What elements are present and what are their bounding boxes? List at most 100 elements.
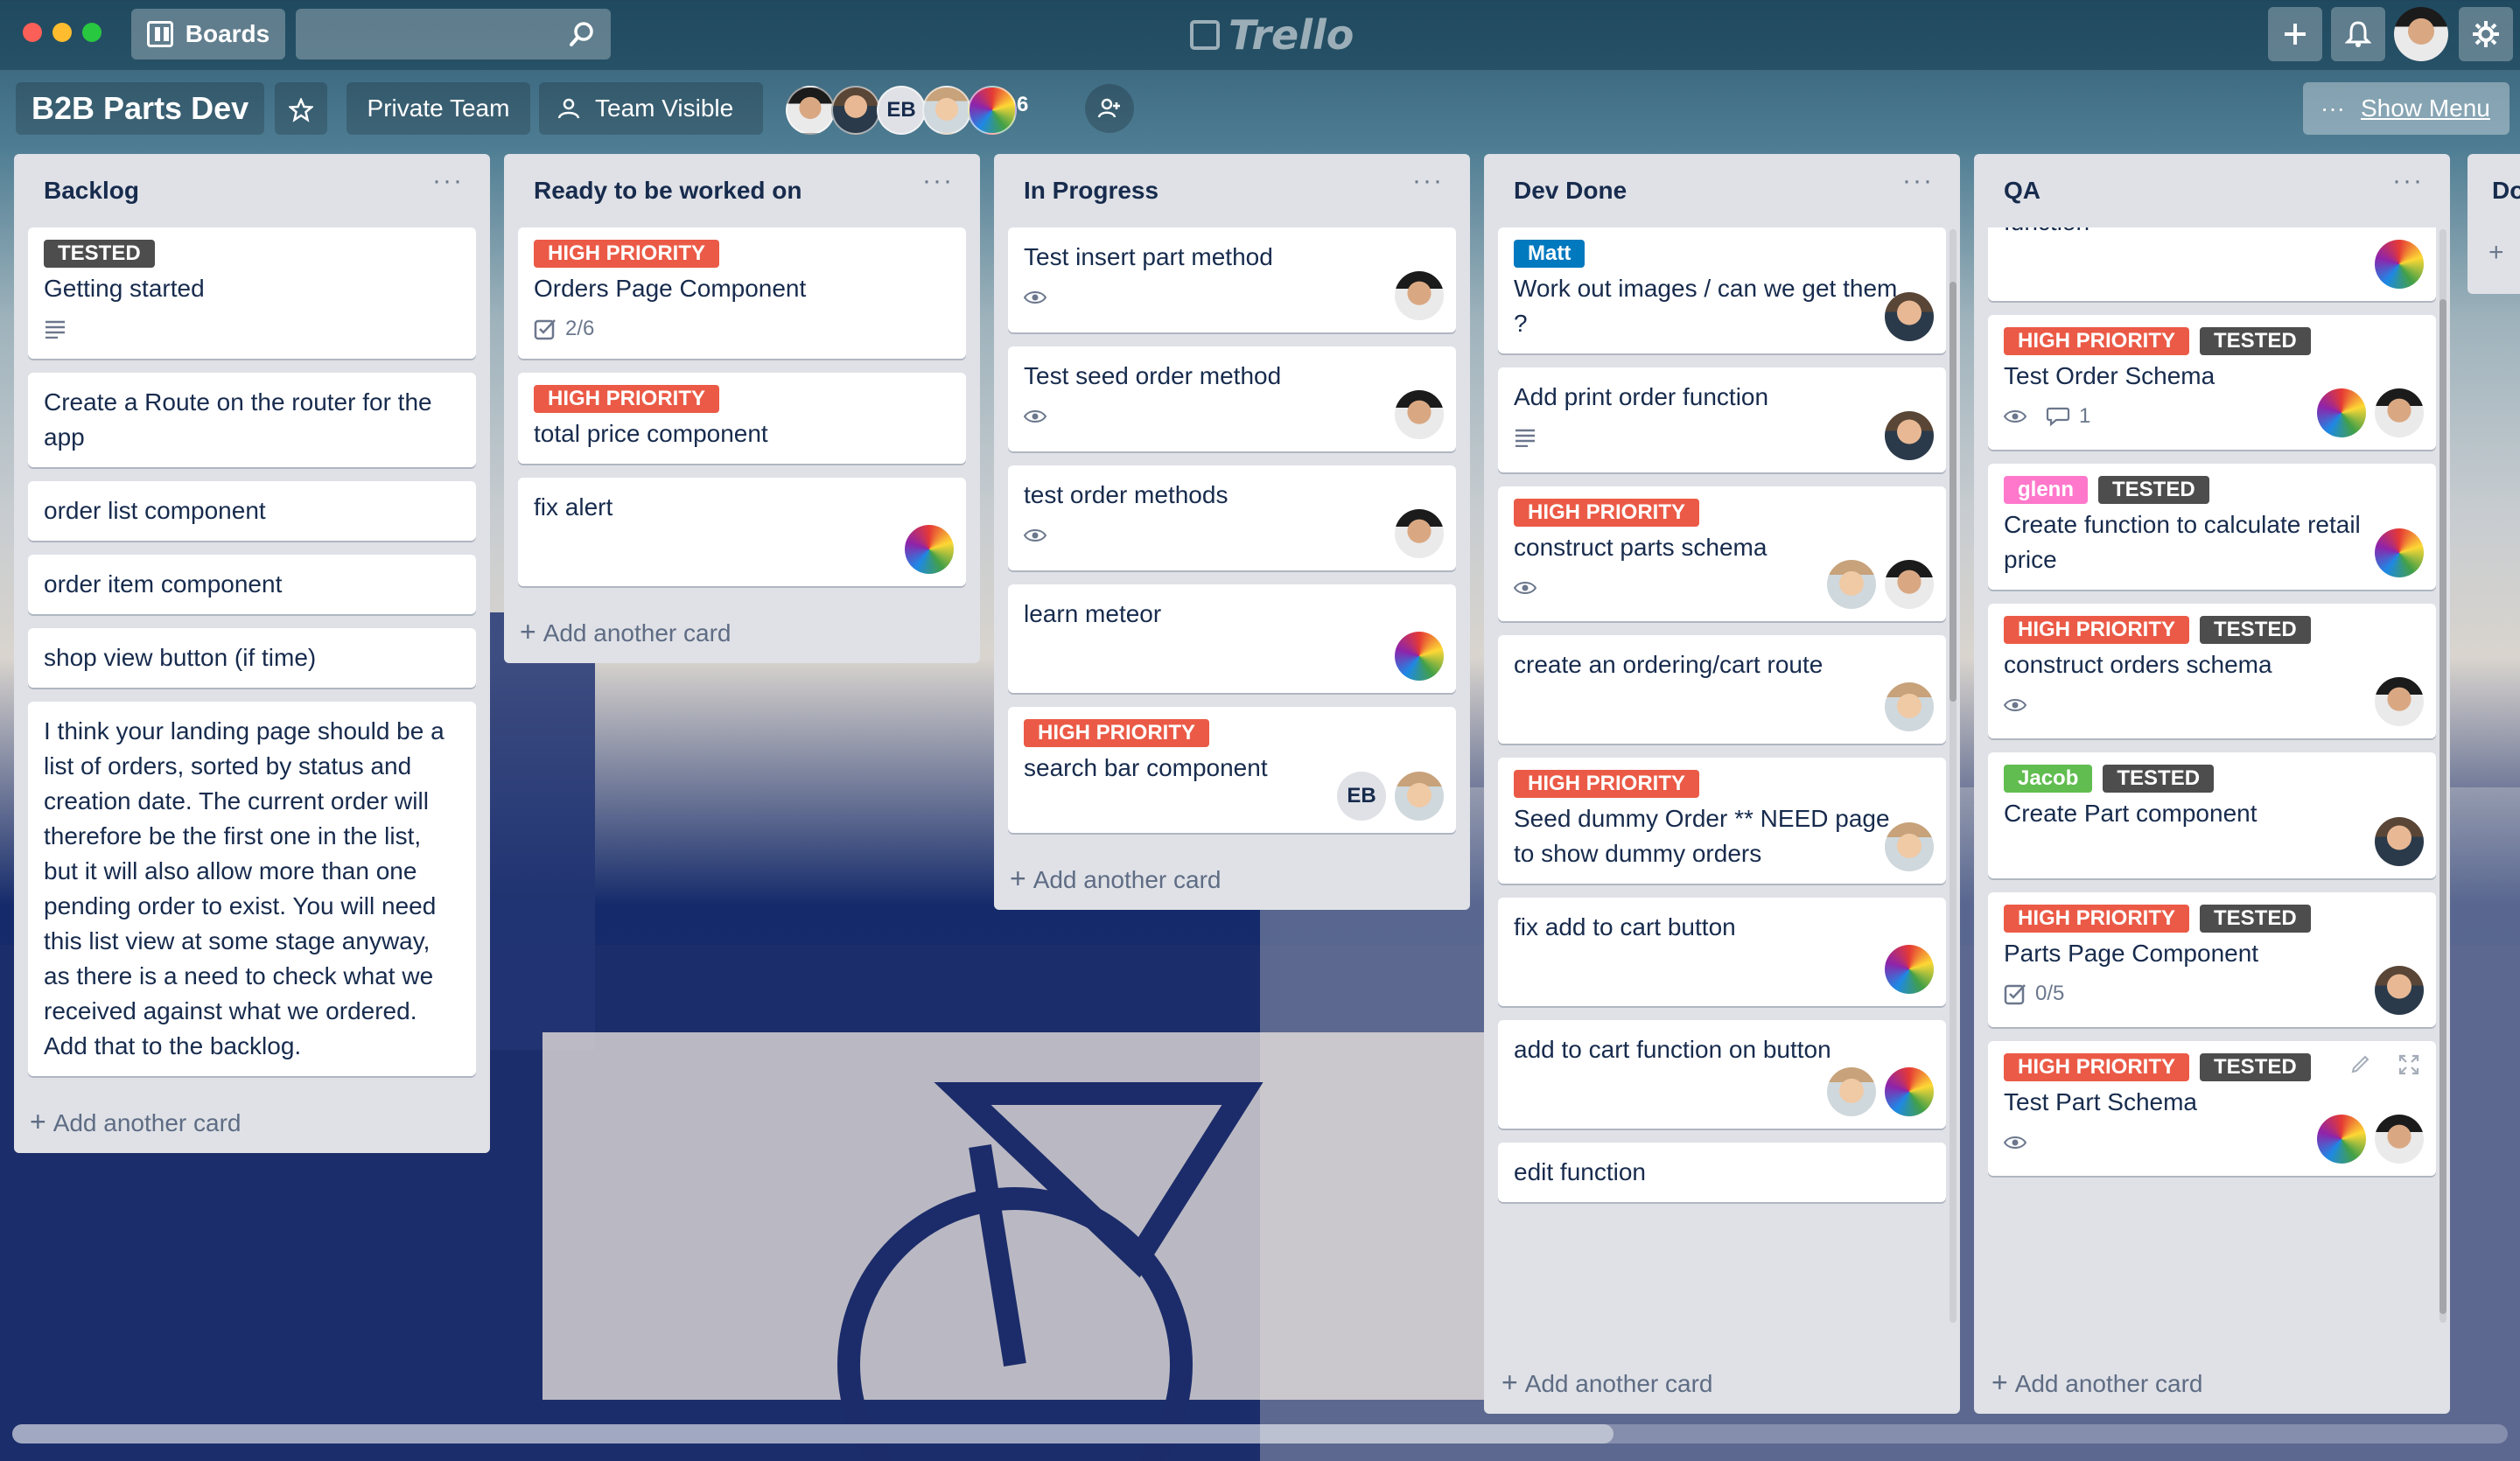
list-in-progress[interactable]: In Progress ··· Test insert part method Tes…	[994, 154, 1470, 910]
card[interactable]: HIGH PRIORITY TESTED construct orders sche…	[1988, 604, 2436, 738]
create-button[interactable]	[2268, 7, 2322, 61]
member-avatar[interactable]	[1827, 1067, 1876, 1116]
list-header[interactable]: In Progress ···	[1008, 154, 1456, 227]
card-label[interactable]: HIGH PRIORITY	[2004, 1053, 2190, 1081]
member-avatar[interactable]	[2375, 240, 2424, 289]
card[interactable]: edit function	[1498, 1143, 1946, 1202]
card[interactable]: I think your landing page should be a li…	[28, 702, 476, 1076]
card[interactable]: Create a Route on the router for the app	[28, 373, 476, 467]
card-label[interactable]: HIGH PRIORITY	[534, 240, 720, 268]
add-card-button[interactable]: + Add another card	[28, 1090, 476, 1153]
card[interactable]: order list component	[28, 481, 476, 541]
card-label[interactable]: TESTED	[44, 240, 155, 268]
list-header[interactable]: Ready to be worked on ···	[518, 154, 966, 227]
card[interactable]: Add print order function	[1498, 367, 1946, 472]
team-button[interactable]: Private Team	[346, 82, 530, 135]
member-count[interactable]: 6	[1017, 87, 1028, 122]
board-title[interactable]: B2B Parts Dev	[16, 82, 265, 135]
card-label[interactable]: HIGH PRIORITY	[2004, 327, 2190, 355]
member-avatar[interactable]	[2375, 388, 2424, 437]
list-header[interactable]: QA ···	[1988, 154, 2436, 227]
card-label[interactable]: Matt	[1514, 240, 1586, 268]
member-avatar[interactable]	[1827, 560, 1876, 609]
card[interactable]: HIGH PRIORITY TESTED Test Part Schema	[1988, 1041, 2436, 1176]
card[interactable]: create an ordering/cart route	[1498, 635, 1946, 744]
card-label[interactable]: HIGH PRIORITY	[1514, 499, 1700, 527]
member-avatar[interactable]	[2317, 1115, 2366, 1164]
card-label[interactable]: Jacob	[2004, 765, 2093, 793]
add-card-plus[interactable]: +	[2488, 238, 2504, 268]
profile-avatar[interactable]	[2394, 7, 2448, 61]
member-avatar[interactable]	[1395, 390, 1444, 439]
star-board-button[interactable]	[275, 82, 327, 135]
card[interactable]: HIGH PRIORITY Seed dummy Order ** NEED pa…	[1498, 758, 1946, 884]
edit-icon[interactable]	[2350, 1053, 2371, 1074]
maximize-window-button[interactable]	[82, 23, 102, 42]
card-label[interactable]: TESTED	[2200, 905, 2311, 933]
member-avatar[interactable]	[1885, 560, 1934, 609]
member-avatar[interactable]	[1885, 945, 1934, 994]
member-avatar[interactable]	[1395, 632, 1444, 681]
trello-logo[interactable]: Trello	[1190, 9, 1354, 61]
card[interactable]: add to cart function on button	[1498, 1020, 1946, 1129]
card-label[interactable]: TESTED	[2103, 765, 2215, 793]
minimize-window-button[interactable]	[52, 23, 72, 42]
search-input[interactable]	[296, 9, 611, 59]
card-label[interactable]: TESTED	[2200, 1053, 2311, 1081]
list-menu-button[interactable]: ···	[2392, 166, 2424, 196]
card[interactable]: Matt Work out images / can we get them ?	[1498, 227, 1946, 353]
list-dev-done[interactable]: Dev Done ··· Matt Work out images / can we …	[1484, 154, 1960, 1414]
card-label[interactable]: HIGH PRIORITY	[1514, 770, 1700, 798]
card[interactable]: test order methods	[1008, 465, 1456, 570]
card-label[interactable]: TESTED	[2200, 616, 2311, 644]
card[interactable]: HIGH PRIORITY Orders Page Component 2/6	[518, 227, 966, 359]
notifications-button[interactable]	[2331, 7, 2385, 61]
invite-member-button[interactable]	[1085, 84, 1134, 133]
list-header[interactable]: Dev Done ···	[1498, 154, 1946, 227]
member-avatar[interactable]	[1885, 822, 1934, 871]
card[interactable]: shop view button (if time)	[28, 628, 476, 688]
card[interactable]: HIGH PRIORITY TESTED Parts Page Component 0…	[1988, 892, 2436, 1027]
add-card-button[interactable]: + Add another card	[518, 600, 966, 663]
show-menu-button[interactable]: ··· Show Menu	[2303, 82, 2510, 135]
card[interactable]: learn meteor	[1008, 584, 1456, 693]
scrollbar-thumb[interactable]	[1950, 282, 1956, 702]
member-avatar[interactable]	[1395, 271, 1444, 320]
member-avatar[interactable]	[1885, 292, 1934, 341]
add-card-button[interactable]: + Add another card	[1008, 847, 1456, 910]
list-done-partial[interactable]: Do +	[2468, 154, 2520, 294]
card-label[interactable]: TESTED	[2200, 327, 2311, 355]
member-avatar[interactable]	[1885, 682, 1934, 731]
member-avatar-eb[interactable]: EB	[877, 86, 926, 135]
boards-button[interactable]: Boards	[131, 9, 285, 59]
member-avatar[interactable]	[1885, 1067, 1934, 1116]
card[interactable]: Test insert part method	[1008, 227, 1456, 332]
card[interactable]: fix alert	[518, 478, 966, 586]
expand-icon[interactable]	[2398, 1053, 2420, 1076]
member-avatar[interactable]	[968, 86, 1017, 135]
list-scrollbar[interactable]	[1950, 229, 1956, 1323]
member-avatar[interactable]	[1395, 509, 1444, 558]
member-avatar[interactable]	[2375, 528, 2424, 577]
add-card-button[interactable]: + Add another card	[1990, 1351, 2203, 1414]
list-menu-button[interactable]: ···	[1902, 166, 1934, 196]
member-avatar[interactable]	[2375, 1115, 2424, 1164]
card[interactable]: HIGH PRIORITY construct parts schema	[1498, 486, 1946, 621]
list-qa[interactable]: QA···functionHIGH PRIORITYTESTEDTest Ord…	[1974, 154, 2450, 1414]
member-avatar[interactable]	[831, 86, 880, 135]
list-menu-button[interactable]: ···	[922, 166, 954, 196]
card-label[interactable]: HIGH PRIORITY	[1024, 719, 1210, 747]
list-header[interactable]: Backlog ···	[28, 154, 476, 227]
member-avatar[interactable]	[2375, 966, 2424, 1015]
list-ready[interactable]: Ready to be worked on ··· HIGH PRIORITY Ord…	[504, 154, 980, 663]
card[interactable]: HIGH PRIORITY search bar component EB	[1008, 707, 1456, 833]
card-label[interactable]: TESTED	[2098, 476, 2209, 504]
member-avatar[interactable]	[905, 525, 954, 574]
scrollbar-thumb[interactable]	[12, 1424, 1614, 1444]
list-scrollbar[interactable]	[2440, 229, 2446, 1323]
card[interactable]: order item component	[28, 555, 476, 614]
card-label[interactable]: HIGH PRIORITY	[534, 385, 720, 413]
card[interactable]: Jacob TESTED Create Part component	[1988, 752, 2436, 878]
card[interactable]: Test seed order method	[1008, 346, 1456, 451]
member-avatar[interactable]	[1395, 772, 1444, 821]
